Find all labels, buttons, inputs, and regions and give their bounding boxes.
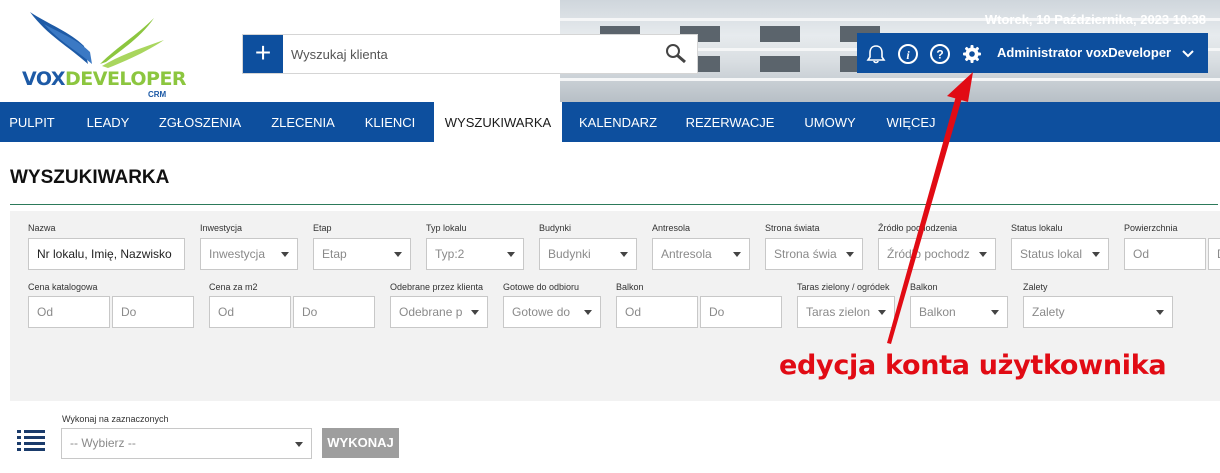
- current-datetime: Wtorek, 10 Października, 2023 10:38: [984, 12, 1206, 27]
- odebrane-select[interactable]: Odebrane p: [390, 296, 488, 328]
- filter-label-nazwa: Nazwa: [28, 223, 56, 233]
- user-name: Administrator voxDeveloper: [997, 45, 1172, 60]
- status-lokalu-select[interactable]: Status lokal: [1011, 238, 1109, 270]
- add-client-button[interactable]: +: [243, 35, 283, 73]
- client-search: +: [242, 34, 698, 74]
- filter-label-balkon-range: Balkon: [616, 282, 644, 292]
- filter-label-powierzchnia: Powierzchnia: [1124, 223, 1178, 233]
- logo-crm: CRM: [148, 90, 167, 99]
- antresola-select[interactable]: Antresola: [652, 238, 750, 270]
- svg-text:?: ?: [936, 48, 943, 62]
- logo-wings-icon: [30, 12, 164, 68]
- cena-m2-from-input[interactable]: Od: [209, 296, 291, 328]
- filter-label-cena-m2: Cena za m2: [209, 282, 258, 292]
- list-view-icon[interactable]: [17, 429, 45, 451]
- user-bar: i ? Administrator voxDeveloper: [857, 33, 1208, 73]
- nav-wiecej[interactable]: WIĘCEJ: [876, 102, 946, 142]
- title-divider: [10, 204, 1218, 205]
- inwestycja-select[interactable]: Inwestycja: [200, 238, 298, 270]
- filter-label-gotowe: Gotowe do odbioru: [503, 282, 580, 292]
- filter-label-taras: Taras zielony / ogródek: [797, 282, 890, 292]
- balkon-from-input[interactable]: Od: [616, 296, 698, 328]
- header: VOXDEVELOPER CRM + Wtorek, 10 Październi…: [0, 0, 1220, 102]
- filter-label-balkon: Balkon: [910, 282, 938, 292]
- annotation-label: edycja konta użytkownika: [779, 350, 1167, 381]
- cena-katalogowa-to-input[interactable]: Do: [112, 296, 194, 328]
- nav-kalendarz[interactable]: KALENDARZ: [570, 102, 666, 142]
- nav-klienci[interactable]: KLIENCI: [354, 102, 426, 142]
- logo[interactable]: VOXDEVELOPER CRM: [18, 6, 187, 99]
- nav-wyszukiwarka[interactable]: WYSZUKIWARKA: [434, 102, 562, 142]
- filter-label-odebrane: Odebrane przez klienta: [390, 282, 484, 292]
- nav-zlecenia[interactable]: ZLECENIA: [262, 102, 344, 142]
- bulk-action-select[interactable]: -- Wybierz --: [61, 428, 312, 459]
- user-menu[interactable]: Administrator voxDeveloper: [997, 45, 1195, 60]
- nav-zgloszenia[interactable]: ZGŁOSZENIA: [150, 102, 250, 142]
- filter-label-budynki: Budynki: [539, 223, 572, 233]
- bell-icon[interactable]: [865, 43, 887, 65]
- etap-select[interactable]: Etap: [313, 238, 411, 270]
- powierzchnia-to-input[interactable]: Do: [1208, 238, 1220, 270]
- budynki-select[interactable]: Budynki: [539, 238, 637, 270]
- balkon-select[interactable]: Balkon: [910, 296, 1008, 328]
- filter-label-cena-katalogowa: Cena katalogowa: [28, 282, 98, 292]
- page-title: WYSZUKIWARKA: [10, 167, 170, 188]
- cena-katalogowa-from-input[interactable]: Od: [28, 296, 110, 328]
- nav-leady[interactable]: LEADY: [74, 102, 142, 142]
- svg-text:i: i: [906, 48, 910, 62]
- filter-label-zrodlo: Źródło pochodzenia: [878, 223, 958, 233]
- execute-button[interactable]: WYKONAJ: [322, 428, 399, 458]
- main-nav: PULPIT LEADY ZGŁOSZENIA ZLECENIA KLIENCI…: [0, 102, 1220, 142]
- taras-select[interactable]: Taras zielon: [797, 296, 895, 328]
- filter-label-typ-lokalu: Typ lokalu: [426, 223, 467, 233]
- chevron-down-icon: [1182, 49, 1194, 57]
- nav-umowy[interactable]: UMOWY: [796, 102, 864, 142]
- strona-swiata-select[interactable]: Strona świa: [765, 238, 863, 270]
- typ-lokalu-select[interactable]: Typ:2: [426, 238, 524, 270]
- logo-text: VOXDEVELOPER: [22, 68, 187, 90]
- gear-icon[interactable]: [961, 43, 983, 65]
- zalety-select[interactable]: Zalety: [1023, 296, 1173, 328]
- gotowe-select[interactable]: Gotowe do: [503, 296, 601, 328]
- name-search-input[interactable]: Nr lokalu, Imię, Nazwisko: [28, 238, 185, 270]
- filter-label-strona-swiata: Strona świata: [765, 223, 820, 233]
- search-input[interactable]: [291, 44, 651, 64]
- filter-label-antresola: Antresola: [652, 223, 691, 233]
- filter-label-etap: Etap: [313, 223, 332, 233]
- zrodlo-select[interactable]: Źródło pochodz: [878, 238, 996, 270]
- filter-label-status: Status lokalu: [1011, 223, 1063, 233]
- powierzchnia-from-input[interactable]: Od: [1124, 238, 1206, 270]
- filter-label-inwestycja: Inwestycja: [200, 223, 243, 233]
- search-icon[interactable]: [665, 43, 687, 65]
- info-icon[interactable]: i: [897, 43, 919, 65]
- help-icon[interactable]: ?: [929, 43, 951, 65]
- cena-m2-to-input[interactable]: Do: [293, 296, 375, 328]
- bulk-action-label: Wykonaj na zaznaczonych: [62, 414, 169, 424]
- balkon-to-input[interactable]: Do: [700, 296, 782, 328]
- filter-label-zalety: Zalety: [1023, 282, 1048, 292]
- nav-pulpit[interactable]: PULPIT: [0, 102, 64, 142]
- nav-rezerwacje[interactable]: REZERWACJE: [678, 102, 782, 142]
